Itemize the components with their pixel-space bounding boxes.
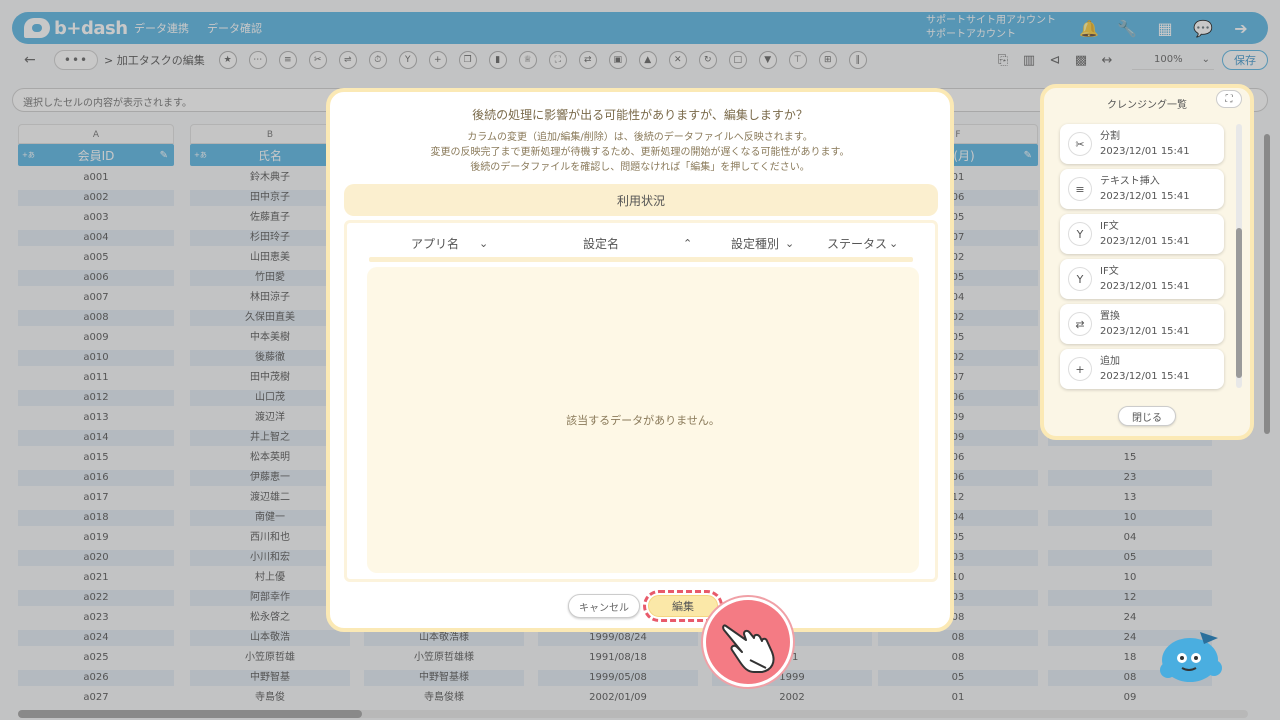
plus-icon: +: [1068, 357, 1092, 381]
empty-message: 該当するデータがありません。: [566, 414, 720, 427]
cleansing-list: ✂ 分割 2023/12/01 15:41 ≡ テキスト挿入 2023/12/01 15:…: [1060, 124, 1224, 394]
th-status[interactable]: ステータス ⌄: [827, 235, 898, 252]
th-setting-name-label: 設定名: [583, 236, 620, 251]
cleansing-item[interactable]: ⇄ 置換 2023/12/01 15:41: [1060, 304, 1224, 344]
th-status-label: ステータス: [827, 236, 888, 251]
dialog-message-line3: 後続のデータファイルを確認し、問題なければ「編集」を押してください。: [470, 162, 810, 173]
hand-pointer-icon: [703, 597, 793, 687]
th-app-name[interactable]: アプリ名 ⌄: [411, 235, 488, 252]
dialog-message-line2: 変更の反映完了まで更新処理が待機するため、更新処理の開始が遅くなる可能性がありま…: [430, 147, 850, 158]
scissors-icon: ✂: [1068, 132, 1092, 156]
cleansing-item[interactable]: Y IF文 2023/12/01 15:41: [1060, 259, 1224, 299]
dialog-message: カラムの変更（追加/編集/削除）は、後続のデータファイルへ反映されます。 変更の…: [330, 130, 950, 175]
th-setting-type[interactable]: 設定種別 ⌄: [731, 235, 794, 252]
cleansing-item-text: 追加 2023/12/01 15:41: [1100, 354, 1190, 384]
usage-table: アプリ名 ⌄ 設定名 ⌃ 設定種別 ⌄ ステータス ⌄ 該当するデータがありませ…: [344, 220, 938, 582]
branch-icon: Y: [1068, 222, 1092, 246]
cleansing-item-text: IF文 2023/12/01 15:41: [1100, 264, 1190, 294]
confirm-edit-dialog: 後続の処理に影響が出る可能性がありますが、編集しますか？ カラムの変更（追加/編…: [326, 88, 954, 632]
cleansing-item-time: 2023/12/01 15:41: [1100, 236, 1190, 247]
chevron-down-icon: ⌄: [889, 236, 899, 250]
panel-scroll-thumb[interactable]: [1236, 228, 1242, 378]
cleansing-item-time: 2023/12/01 15:41: [1100, 326, 1190, 337]
cleansing-item-name: 分割: [1100, 131, 1120, 142]
text-insert-icon: ≡: [1068, 177, 1092, 201]
cleansing-item-time: 2023/12/01 15:41: [1100, 191, 1190, 202]
cleansing-item-text: 分割 2023/12/01 15:41: [1100, 129, 1190, 159]
cleansing-item-name: 追加: [1100, 356, 1120, 367]
expand-icon[interactable]: ⛶: [1216, 90, 1242, 108]
cleansing-item-time: 2023/12/01 15:41: [1100, 371, 1190, 382]
cleansing-item-name: テキスト挿入: [1100, 176, 1160, 187]
cancel-button[interactable]: キャンセル: [568, 594, 640, 618]
usage-table-header: アプリ名 ⌄ 設定名 ⌃ 設定種別 ⌄ ステータス ⌄: [369, 231, 913, 255]
dialog-title: 後続の処理に影響が出る可能性がありますが、編集しますか？: [472, 108, 808, 122]
dialog-message-line1: カラムの変更（追加/編集/削除）は、後続のデータファイルへ反映されます。: [467, 132, 813, 143]
cleansing-item-time: 2023/12/01 15:41: [1100, 281, 1190, 292]
cleansing-item-text: テキスト挿入 2023/12/01 15:41: [1100, 174, 1190, 204]
chevron-up-icon: ⌃: [683, 236, 693, 250]
cleansing-item-name: IF文: [1100, 221, 1119, 232]
cleansing-item-name: IF文: [1100, 266, 1119, 277]
th-setting-name[interactable]: 設定名 ⌃: [583, 235, 692, 252]
cleansing-item-text: 置換 2023/12/01 15:41: [1100, 309, 1190, 339]
chevron-down-icon: ⌄: [479, 236, 489, 250]
cleansing-item-time: 2023/12/01 15:41: [1100, 146, 1190, 157]
edit-button[interactable]: 編集: [648, 595, 718, 617]
branch-icon: Y: [1068, 267, 1092, 291]
usage-status-header: 利用状況: [344, 184, 938, 216]
cleansing-list-panel: クレンジング一覧 ⛶ ✂ 分割 2023/12/01 15:41 ≡ テキスト挿入 202…: [1040, 84, 1254, 440]
empty-state: 該当するデータがありません。: [367, 267, 919, 573]
cleansing-item-name: 置換: [1100, 311, 1120, 322]
mascot-icon[interactable]: [1160, 628, 1226, 688]
th-setting-type-label: 設定種別: [731, 236, 780, 251]
cleansing-item[interactable]: ✂ 分割 2023/12/01 15:41: [1060, 124, 1224, 164]
cleansing-item[interactable]: + 追加 2023/12/01 15:41: [1060, 349, 1224, 389]
close-panel-button[interactable]: 閉じる: [1118, 406, 1176, 426]
th-app-name-label: アプリ名: [411, 236, 460, 251]
header-divider: [369, 257, 913, 262]
cleansing-item-text: IF文 2023/12/01 15:41: [1100, 219, 1190, 249]
panel-scrollbar[interactable]: [1236, 124, 1242, 388]
cleansing-item[interactable]: Y IF文 2023/12/01 15:41: [1060, 214, 1224, 254]
chevron-down-icon: ⌄: [785, 236, 795, 250]
cleansing-item[interactable]: ≡ テキスト挿入 2023/12/01 15:41: [1060, 169, 1224, 209]
replace-icon: ⇄: [1068, 312, 1092, 336]
